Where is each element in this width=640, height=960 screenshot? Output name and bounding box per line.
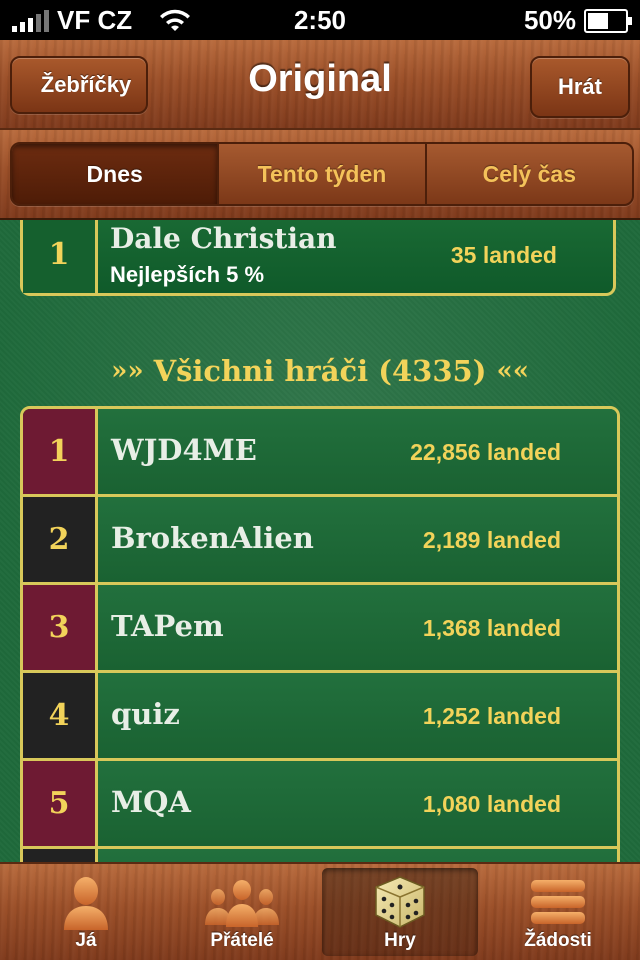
- table-row[interactable]: 1 WJD4ME 22,856 landed: [23, 409, 617, 497]
- tab-requests[interactable]: Žádosti: [480, 868, 636, 956]
- rank-cell: 3: [23, 585, 98, 670]
- player-score: 22,856 landed: [410, 439, 561, 465]
- player-name: TAPem: [111, 609, 224, 643]
- rank-cell: 4: [23, 673, 98, 758]
- play-button[interactable]: Hrát: [530, 56, 630, 118]
- player-score: 1,080 landed: [422, 791, 561, 817]
- player-score: 1,252 landed: [422, 703, 561, 729]
- time-range-segmented-control: Dnes Tento týden Celý čas: [10, 142, 634, 206]
- table-row[interactable]: 4 quiz 1,252 landed: [23, 673, 617, 761]
- tab-bar: Já Přátelé Hry Žádosti: [0, 862, 640, 960]
- tab-games[interactable]: Hry: [322, 868, 478, 956]
- my-score: 35 landed: [450, 242, 557, 268]
- segment-bar: Dnes Tento týden Celý čas: [0, 130, 640, 220]
- all-players-list[interactable]: 1 WJD4ME 22,856 landed 2 BrokenAlien 2,1…: [20, 406, 620, 864]
- tab-label: Já: [75, 930, 97, 951]
- my-player-name: Dale Christian: [110, 222, 337, 255]
- my-entry-row[interactable]: 1 Dale Christian Nejlepších 5 % 35 lande…: [20, 220, 616, 296]
- rank-cell: 5: [23, 761, 98, 846]
- my-rank: 1: [23, 220, 98, 293]
- ornament-right-icon: ««: [496, 356, 529, 386]
- segment-all-time[interactable]: Celý čas: [427, 144, 632, 204]
- ornament-left-icon: »»: [111, 356, 144, 386]
- player-score: 1,368 landed: [422, 615, 561, 641]
- player-name: BrokenAlien: [111, 521, 314, 555]
- table-row[interactable]: 3 TAPem 1,368 landed: [23, 585, 617, 673]
- table-row[interactable]: 5 MQA 1,080 landed: [23, 761, 617, 849]
- my-percentile: Nejlepších 5 %: [110, 262, 265, 287]
- battery-percent: 50%: [523, 5, 576, 35]
- my-name-column: Dale Christian Nejlepších 5 % 35 landed: [98, 220, 613, 293]
- table-row[interactable]: 2 BrokenAlien 2,189 landed: [23, 497, 617, 585]
- tab-me[interactable]: Já: [8, 868, 164, 956]
- player-score: 2,189 landed: [422, 527, 561, 553]
- person-icon: [8, 874, 164, 930]
- leaderboard-area[interactable]: 1 Dale Christian Nejlepších 5 % 35 lande…: [0, 220, 640, 864]
- player-name: quiz: [111, 697, 180, 731]
- section-title-text: Všichni hráči (4335): [153, 354, 487, 388]
- player-name: WJD4ME: [111, 433, 257, 467]
- battery-area: 50%: [523, 5, 632, 36]
- player-name: MQA: [111, 785, 191, 819]
- navigation-bar: Žebříčky Original Hrát: [0, 40, 640, 130]
- friends-icon: [164, 874, 320, 930]
- tab-label: Přátelé: [210, 930, 274, 951]
- rank-cell: 1: [23, 409, 98, 494]
- battery-icon: [584, 8, 632, 33]
- section-heading: »» Všichni hráči (4335) ««: [0, 354, 640, 388]
- status-bar: VF CZ 2:50 50%: [0, 0, 640, 40]
- segment-today[interactable]: Dnes: [12, 144, 220, 204]
- dice-icon: [322, 874, 478, 930]
- rank-cell: 2: [23, 497, 98, 582]
- requests-icon: [480, 874, 636, 930]
- tab-friends[interactable]: Přátelé: [164, 868, 320, 956]
- segment-this-week[interactable]: Tento týden: [219, 144, 427, 204]
- tab-label: Žádosti: [524, 930, 592, 951]
- tab-label: Hry: [384, 930, 416, 951]
